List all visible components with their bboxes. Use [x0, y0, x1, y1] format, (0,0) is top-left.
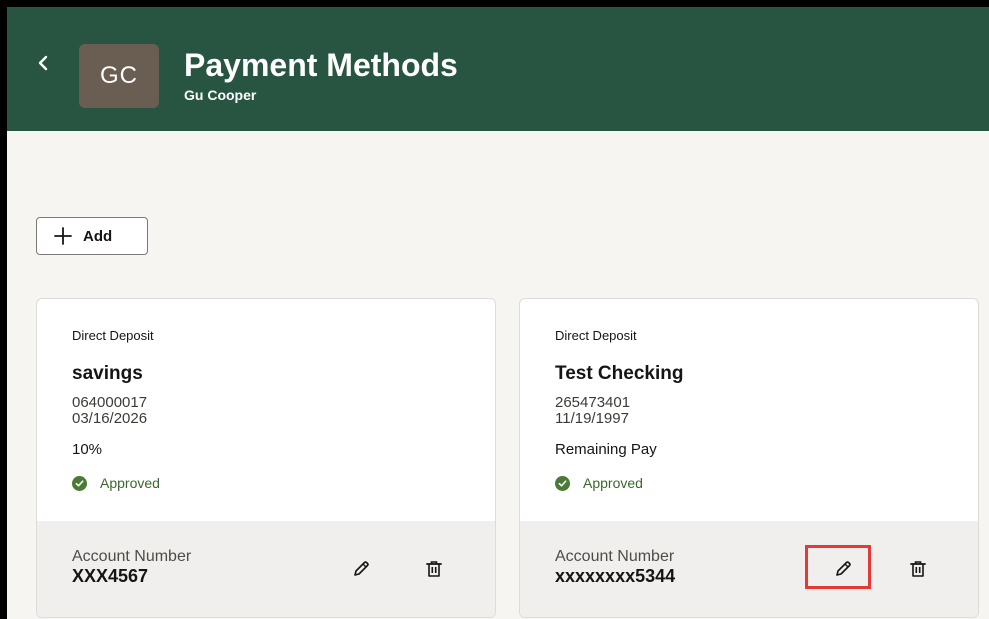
- status-text: Approved: [583, 475, 643, 491]
- page-title: Payment Methods: [184, 47, 458, 83]
- status-text: Approved: [100, 475, 160, 491]
- account-name: savings: [72, 363, 143, 384]
- deposit-amount: Remaining Pay: [555, 441, 657, 458]
- pencil-icon: [354, 561, 369, 576]
- add-button[interactable]: Add: [36, 217, 148, 255]
- edit-button[interactable]: [345, 553, 377, 585]
- trash-icon: [426, 561, 442, 577]
- routing-number: 064000017: [72, 394, 148, 411]
- pencil-icon: [836, 561, 851, 576]
- card-footer: Account Number XXX4567: [37, 521, 495, 617]
- delete-button[interactable]: [418, 553, 450, 585]
- payment-card: Direct Deposit savings 064000017 03/16/2…: [36, 298, 496, 618]
- edit-button[interactable]: [827, 553, 859, 585]
- account-number-value: xxxxxxxx5344: [555, 566, 676, 586]
- account-number-label: Account Number: [72, 548, 192, 565]
- effective-date: 03/16/2026: [72, 410, 148, 427]
- trash-icon: [910, 561, 926, 577]
- app-frame: GC Payment Methods Gu Cooper Add Direct …: [7, 7, 989, 619]
- account-number-value: XXX4567: [72, 566, 149, 586]
- deposit-amount: 10%: [72, 441, 103, 458]
- add-button-label: Add: [83, 227, 113, 245]
- check-circle-icon: [72, 475, 87, 491]
- avatar: GC: [79, 44, 159, 108]
- routing-number: 265473401: [555, 394, 631, 411]
- chevron-left-icon: [38, 55, 48, 71]
- back-button[interactable]: [33, 51, 53, 75]
- payment-type: Direct Deposit: [555, 328, 637, 343]
- status-badge: Approved: [72, 475, 160, 491]
- delete-button[interactable]: [902, 553, 934, 585]
- account-number-label: Account Number: [555, 548, 675, 565]
- card-footer: Account Number xxxxxxxx5344: [520, 521, 978, 617]
- account-name: Test Checking: [555, 363, 684, 384]
- payment-type: Direct Deposit: [72, 328, 154, 343]
- plus-icon: [53, 226, 73, 246]
- effective-date: 11/19/1997: [555, 410, 629, 427]
- page-subtitle: Gu Cooper: [184, 87, 257, 103]
- payment-card: Direct Deposit Test Checking 265473401 1…: [519, 298, 979, 618]
- status-badge: Approved: [555, 475, 643, 491]
- page-header: GC Payment Methods Gu Cooper: [7, 7, 989, 131]
- check-circle-icon: [555, 475, 570, 491]
